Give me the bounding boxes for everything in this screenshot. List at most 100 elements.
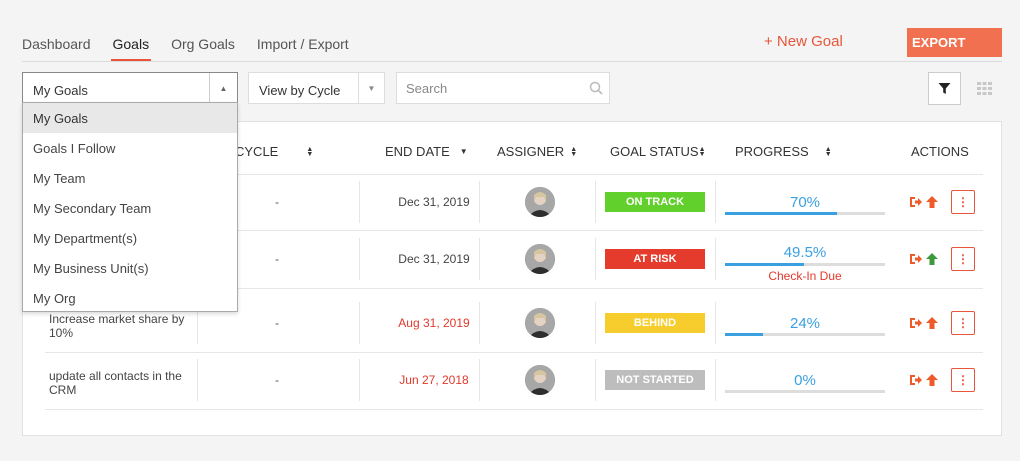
grid-icon: [977, 82, 992, 95]
more-icon: ⋮: [957, 316, 969, 330]
dropdown-option-my-goals[interactable]: My Goals: [23, 103, 237, 133]
search-box: [396, 72, 610, 104]
progress-bar: [725, 333, 885, 336]
avatar[interactable]: [525, 244, 555, 274]
column-divider: [479, 359, 480, 401]
sign-out-icon[interactable]: [909, 317, 923, 329]
arrow-up-icon[interactable]: [925, 317, 939, 329]
row-action-icons: [909, 253, 939, 265]
col-header-assigner[interactable]: ASSIGNER ▲ ▼: [497, 144, 577, 159]
sign-out-icon[interactable]: [909, 196, 923, 208]
tab-import-export[interactable]: Import / Export: [257, 28, 349, 62]
more-actions-button[interactable]: ⋮: [951, 190, 975, 214]
goal-cycle: -: [275, 252, 279, 266]
column-divider: [359, 181, 360, 223]
goal-name[interactable]: update all contacts in the CRM: [49, 369, 189, 397]
column-divider: [595, 302, 596, 344]
avatar[interactable]: [525, 308, 555, 338]
progress-value[interactable]: 0%: [725, 372, 885, 389]
export-button[interactable]: EXPORT: [907, 28, 1002, 57]
status-badge: ON TRACK: [605, 192, 705, 212]
goal-end-date: Dec 31, 2019: [398, 252, 470, 266]
col-header-end-date-label: END DATE: [385, 144, 450, 159]
col-header-cycle[interactable]: CYCLE ▲ ▼: [235, 144, 313, 159]
column-divider: [479, 302, 480, 344]
more-icon: ⋮: [957, 195, 969, 209]
col-header-progress[interactable]: PROGRESS ▲ ▼: [735, 144, 832, 159]
goal-cycle: -: [275, 373, 279, 387]
goal-cycle: -: [275, 316, 279, 330]
dropdown-option-my-team[interactable]: My Team: [23, 163, 237, 193]
avatar[interactable]: [525, 365, 555, 395]
dropdown-option-goals-i-follow[interactable]: Goals I Follow: [23, 133, 237, 163]
arrow-up-icon[interactable]: [925, 196, 939, 208]
avatar-image: [525, 244, 555, 274]
dropdown-option-my-departments[interactable]: My Department(s): [23, 223, 237, 253]
sort-icon: ▲ ▼: [824, 145, 832, 158]
progress-bar: [725, 390, 885, 393]
search-icon[interactable]: [589, 81, 603, 95]
filter-icon: [938, 83, 951, 94]
goal-cycle: -: [275, 195, 279, 209]
filter-button[interactable]: [928, 72, 961, 105]
column-divider: [479, 181, 480, 223]
new-goal-button[interactable]: + New Goal: [764, 33, 843, 50]
progress-value[interactable]: 24%: [725, 315, 885, 332]
goal-end-date: Aug 31, 2019: [398, 316, 470, 330]
avatar[interactable]: [525, 187, 555, 217]
column-divider: [359, 359, 360, 401]
caret-up-icon: ▲: [209, 73, 237, 103]
more-actions-button[interactable]: ⋮: [951, 247, 975, 271]
progress-value[interactable]: 70%: [725, 194, 885, 211]
check-in-due[interactable]: Check-In Due: [725, 269, 885, 283]
tab-dashboard[interactable]: Dashboard: [22, 28, 91, 62]
tab-org-goals[interactable]: Org Goals: [171, 28, 235, 62]
column-divider: [479, 238, 480, 280]
sort-down-icon: ▼: [459, 147, 468, 156]
column-divider: [595, 238, 596, 280]
column-divider: [359, 302, 360, 344]
progress-value[interactable]: 49.5%: [725, 244, 885, 261]
view-select-value: View by Cycle: [259, 83, 341, 98]
scope-select[interactable]: My Goals ▲: [22, 72, 238, 104]
dropdown-option-my-business-units[interactable]: My Business Unit(s): [23, 253, 237, 283]
col-header-progress-label: PROGRESS: [735, 144, 809, 159]
progress-bar: [725, 263, 885, 266]
tab-goals[interactable]: Goals: [110, 28, 151, 62]
table-row[interactable]: update all contacts in the CRM - Jun 27,…: [45, 353, 983, 410]
caret-down-icon: ▼: [358, 73, 384, 103]
sign-out-icon[interactable]: [909, 253, 923, 265]
sign-out-icon[interactable]: [909, 374, 923, 386]
more-actions-button[interactable]: ⋮: [951, 311, 975, 335]
arrow-up-icon[interactable]: [925, 253, 939, 265]
progress-bar-fill: [725, 333, 764, 336]
column-divider: [715, 359, 716, 401]
status-badge: NOT STARTED: [605, 370, 705, 390]
view-select[interactable]: View by Cycle ▼: [248, 72, 385, 104]
goal-name[interactable]: Increase market share by 10%: [49, 312, 189, 340]
search-input[interactable]: [397, 73, 577, 103]
scope-select-value: My Goals: [33, 83, 88, 98]
column-divider: [595, 181, 596, 223]
grid-view-button[interactable]: [968, 72, 1001, 105]
column-divider: [197, 359, 198, 401]
column-divider: [595, 359, 596, 401]
row-action-icons: [909, 374, 939, 386]
col-header-end-date[interactable]: END DATE ▼: [385, 144, 468, 159]
col-header-goal-status[interactable]: GOAL STATUS ▲ ▼: [610, 144, 706, 159]
arrow-up-icon[interactable]: [925, 374, 939, 386]
dropdown-option-my-secondary-team[interactable]: My Secondary Team: [23, 193, 237, 223]
avatar-image: [525, 365, 555, 395]
col-header-cycle-label: CYCLE: [235, 144, 279, 159]
column-divider: [715, 302, 716, 344]
sort-icon: ▲ ▼: [306, 145, 314, 158]
avatar-image: [525, 187, 555, 217]
col-header-actions: ACTIONS: [911, 144, 969, 159]
more-actions-button[interactable]: ⋮: [951, 368, 975, 392]
sort-icon: ▲ ▼: [570, 145, 578, 158]
row-action-icons: [909, 196, 939, 208]
dropdown-option-my-org[interactable]: My Org: [23, 283, 237, 313]
more-icon: ⋮: [957, 252, 969, 266]
scope-dropdown-menu: My Goals Goals I Follow My Team My Secon…: [22, 102, 238, 312]
col-header-goal-status-label: GOAL STATUS: [610, 144, 699, 159]
